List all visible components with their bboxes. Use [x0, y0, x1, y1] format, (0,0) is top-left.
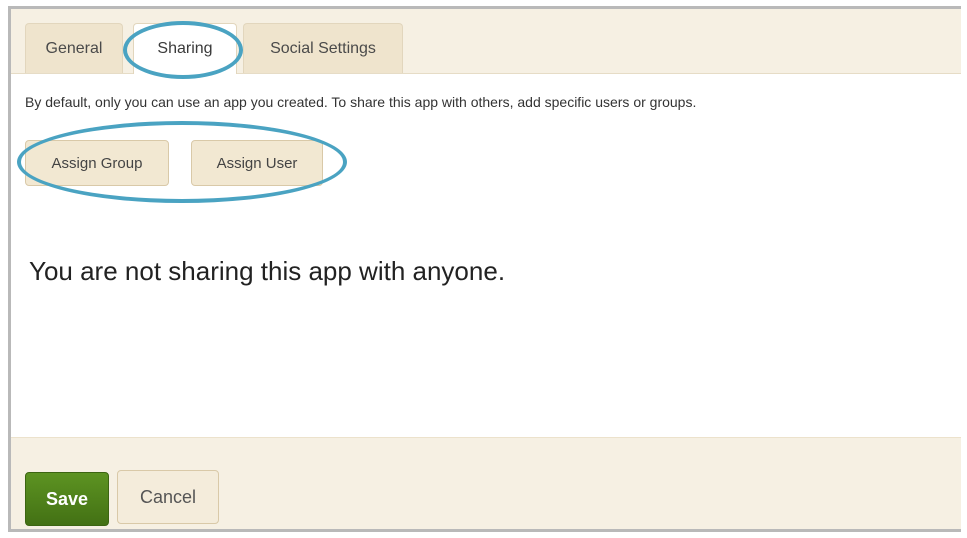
tab-general[interactable]: General — [25, 23, 123, 73]
tab-general-label: General — [45, 39, 103, 57]
app-settings-panel: General Sharing Social Settings By defau… — [8, 6, 961, 532]
tab-social-settings[interactable]: Social Settings — [243, 23, 403, 73]
tab-sharing-label: Sharing — [157, 40, 213, 57]
sharing-content: By default, only you can use an app you … — [11, 74, 961, 437]
tab-social-settings-label: Social Settings — [270, 39, 376, 57]
cancel-label: Cancel — [139, 486, 197, 507]
assign-group-label: Assign Group — [51, 154, 143, 172]
cancel-button[interactable]: Cancel — [117, 470, 219, 524]
sharing-info-text: By default, only you can use an app you … — [25, 94, 697, 110]
save-label: Save — [45, 488, 89, 509]
empty-sharing-message: You are not sharing this app with anyone… — [29, 256, 506, 286]
assign-group-button[interactable]: Assign Group — [25, 140, 169, 186]
assign-user-button[interactable]: Assign User — [191, 140, 323, 186]
tab-sharing[interactable]: Sharing — [133, 23, 237, 74]
tab-bar: General Sharing Social Settings — [11, 9, 961, 74]
footer-actions: Save Cancel — [11, 437, 961, 529]
save-button[interactable]: Save — [25, 472, 109, 526]
assign-user-label: Assign User — [216, 154, 298, 172]
